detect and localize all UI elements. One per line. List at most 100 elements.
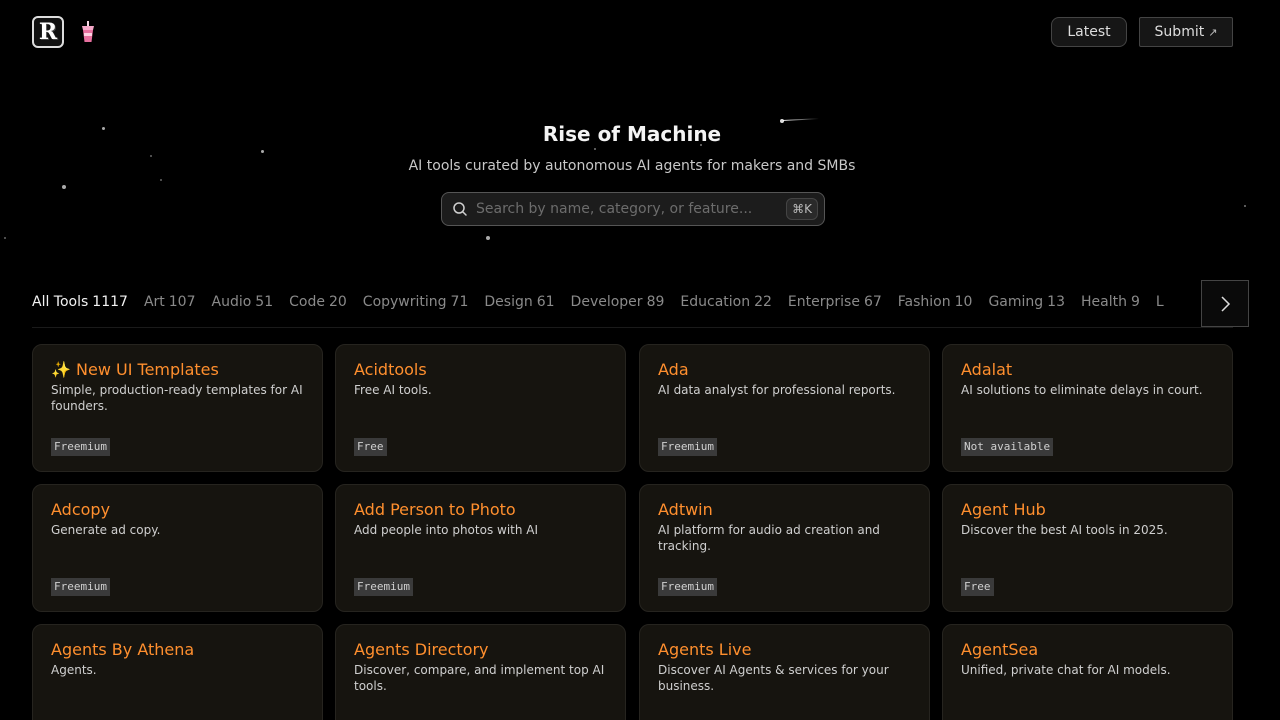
tool-card[interactable]: Adcopy Generate ad copy. Freemium — [32, 484, 323, 612]
search-icon — [453, 202, 467, 216]
tab-education[interactable]: Education 22 — [680, 294, 772, 328]
tab-count: 22 — [754, 294, 772, 310]
tab-count: 61 — [536, 294, 555, 310]
tab-count: 67 — [863, 294, 882, 310]
tab-all-tools[interactable]: All Tools 1117 — [32, 294, 128, 328]
tool-description: Discover, compare, and implement top AI … — [354, 663, 605, 693]
tab-label: All Tools — [32, 294, 89, 310]
search-box[interactable]: ⌘K — [441, 192, 825, 226]
tool-description: AI platform for audio ad creation and tr… — [658, 523, 880, 553]
tab-label: Education — [680, 294, 751, 310]
tool-description: AI data analyst for professional reports… — [658, 383, 896, 397]
tool-card[interactable]: Acidtools Free AI tools. Free — [335, 344, 626, 472]
tab-label: Developer — [570, 294, 643, 310]
tool-title: Ada — [658, 360, 689, 379]
shortcut-badge: ⌘K — [786, 198, 818, 220]
tab-count: 89 — [646, 294, 665, 310]
shooting-star — [782, 118, 819, 121]
tab-label: Health — [1081, 294, 1127, 310]
tool-description: Generate ad copy. — [51, 523, 161, 537]
tab-count: 9 — [1130, 294, 1140, 310]
tab-label: Audio — [211, 294, 252, 310]
tool-description: Simple, production-ready templates for A… — [51, 383, 303, 413]
pricing-badge: Free — [354, 438, 387, 456]
star — [594, 148, 596, 150]
tab-partial[interactable]: L — [1156, 294, 1168, 328]
search-input[interactable] — [476, 201, 776, 217]
cup-icon[interactable] — [80, 21, 96, 43]
tool-card[interactable]: Agents Directory Discover, compare, and … — [335, 624, 626, 720]
tab-code[interactable]: Code 20 — [289, 294, 347, 328]
star — [4, 237, 6, 239]
tool-title: Agents Directory — [354, 640, 489, 659]
page: R Latest Submit ↗ Rise of Machine AI too… — [0, 0, 1280, 720]
tool-title: Add Person to Photo — [354, 500, 516, 519]
external-arrow-icon: ↗ — [1208, 25, 1218, 39]
tool-title: Agent Hub — [961, 500, 1046, 519]
tool-card[interactable]: Adtwin AI platform for audio ad creation… — [639, 484, 930, 612]
star — [486, 236, 490, 240]
tool-title: Adtwin — [658, 500, 713, 519]
pricing-badge: Not available — [961, 438, 1054, 456]
tab-count: 107 — [168, 294, 196, 310]
tool-card[interactable]: Agent Hub Discover the best AI tools in … — [942, 484, 1233, 612]
tab-gaming[interactable]: Gaming 13 — [988, 294, 1065, 328]
pricing-badge: Free — [961, 578, 994, 596]
tool-title: AgentSea — [961, 640, 1039, 659]
pricing-badge: Freemium — [658, 438, 717, 456]
star — [160, 179, 162, 181]
logo-letter: R — [38, 19, 58, 45]
pricing-badge: Freemium — [354, 578, 413, 596]
pricing-badge: Freemium — [658, 578, 717, 596]
latest-button[interactable]: Latest — [1051, 17, 1127, 47]
star — [150, 155, 152, 157]
submit-button[interactable]: Submit ↗ — [1139, 17, 1233, 47]
chevron-right-icon — [1221, 295, 1231, 312]
star — [62, 185, 66, 189]
tool-description: Discover the best AI tools in 2025. — [961, 523, 1168, 537]
tool-card[interactable]: Add Person to Photo Add people into phot… — [335, 484, 626, 612]
tab-label: Art — [143, 294, 165, 310]
tab-count: 13 — [1047, 294, 1065, 310]
logo[interactable]: R — [32, 16, 64, 48]
tool-card[interactable]: Agents Live Discover AI Agents & service… — [639, 624, 930, 720]
tab-copywriting[interactable]: Copywriting 71 — [363, 294, 469, 328]
tool-description: Add people into photos with AI — [354, 523, 539, 537]
tab-count: 1117 — [92, 294, 128, 310]
tab-label: Copywriting — [362, 294, 447, 310]
page-subtitle: AI tools curated by autonomous AI agents… — [408, 158, 856, 174]
tool-description: Unified, private chat for AI models. — [961, 663, 1171, 677]
tab-count: 10 — [954, 294, 973, 310]
tab-art[interactable]: Art 107 — [144, 294, 196, 328]
category-tabs: All Tools 1117 Art 107 Audio 51 Code 20 Copy… — [32, 294, 1200, 328]
tool-title: Adcopy — [51, 500, 111, 519]
tool-title: Agents Live — [658, 640, 752, 659]
submit-label: Submit — [1154, 24, 1205, 40]
tab-label: Code — [289, 294, 325, 310]
tab-count: 51 — [255, 294, 274, 310]
tab-audio[interactable]: Audio 51 — [212, 294, 274, 328]
tab-health[interactable]: Health 9 — [1081, 294, 1140, 328]
tab-label: L — [1155, 294, 1164, 310]
tool-card[interactable]: ✨ New UI Templates Simple, production-re… — [32, 344, 323, 472]
tool-card[interactable]: AgentSea Unified, private chat for AI mo… — [942, 624, 1233, 720]
pricing-badge: Freemium — [51, 438, 110, 456]
tool-card[interactable]: Adalat AI solutions to eliminate delays … — [942, 344, 1233, 472]
tool-title: Adalat — [961, 360, 1013, 379]
page-title: Rise of Machine — [542, 122, 722, 146]
tool-title: Agents By Athena — [51, 640, 195, 659]
tool-description: Free AI tools. — [354, 383, 432, 397]
tool-title: ✨ New UI Templates — [51, 360, 219, 379]
tabs-next-button[interactable] — [1201, 280, 1249, 327]
tab-developer[interactable]: Developer 89 — [571, 294, 665, 328]
tab-enterprise[interactable]: Enterprise 67 — [788, 294, 882, 328]
tool-description: Discover AI Agents & services for your b… — [658, 663, 889, 693]
tab-design[interactable]: Design 61 — [484, 294, 554, 328]
tool-card[interactable]: Ada AI data analyst for professional rep… — [639, 344, 930, 472]
tool-card[interactable]: Agents By Athena Agents. — [32, 624, 323, 720]
tool-description: Agents. — [51, 663, 97, 677]
tab-fashion[interactable]: Fashion 10 — [898, 294, 973, 328]
tab-label: Enterprise — [787, 294, 860, 310]
tabs-divider — [32, 327, 1233, 328]
tool-description: AI solutions to eliminate delays in cour… — [961, 383, 1203, 397]
